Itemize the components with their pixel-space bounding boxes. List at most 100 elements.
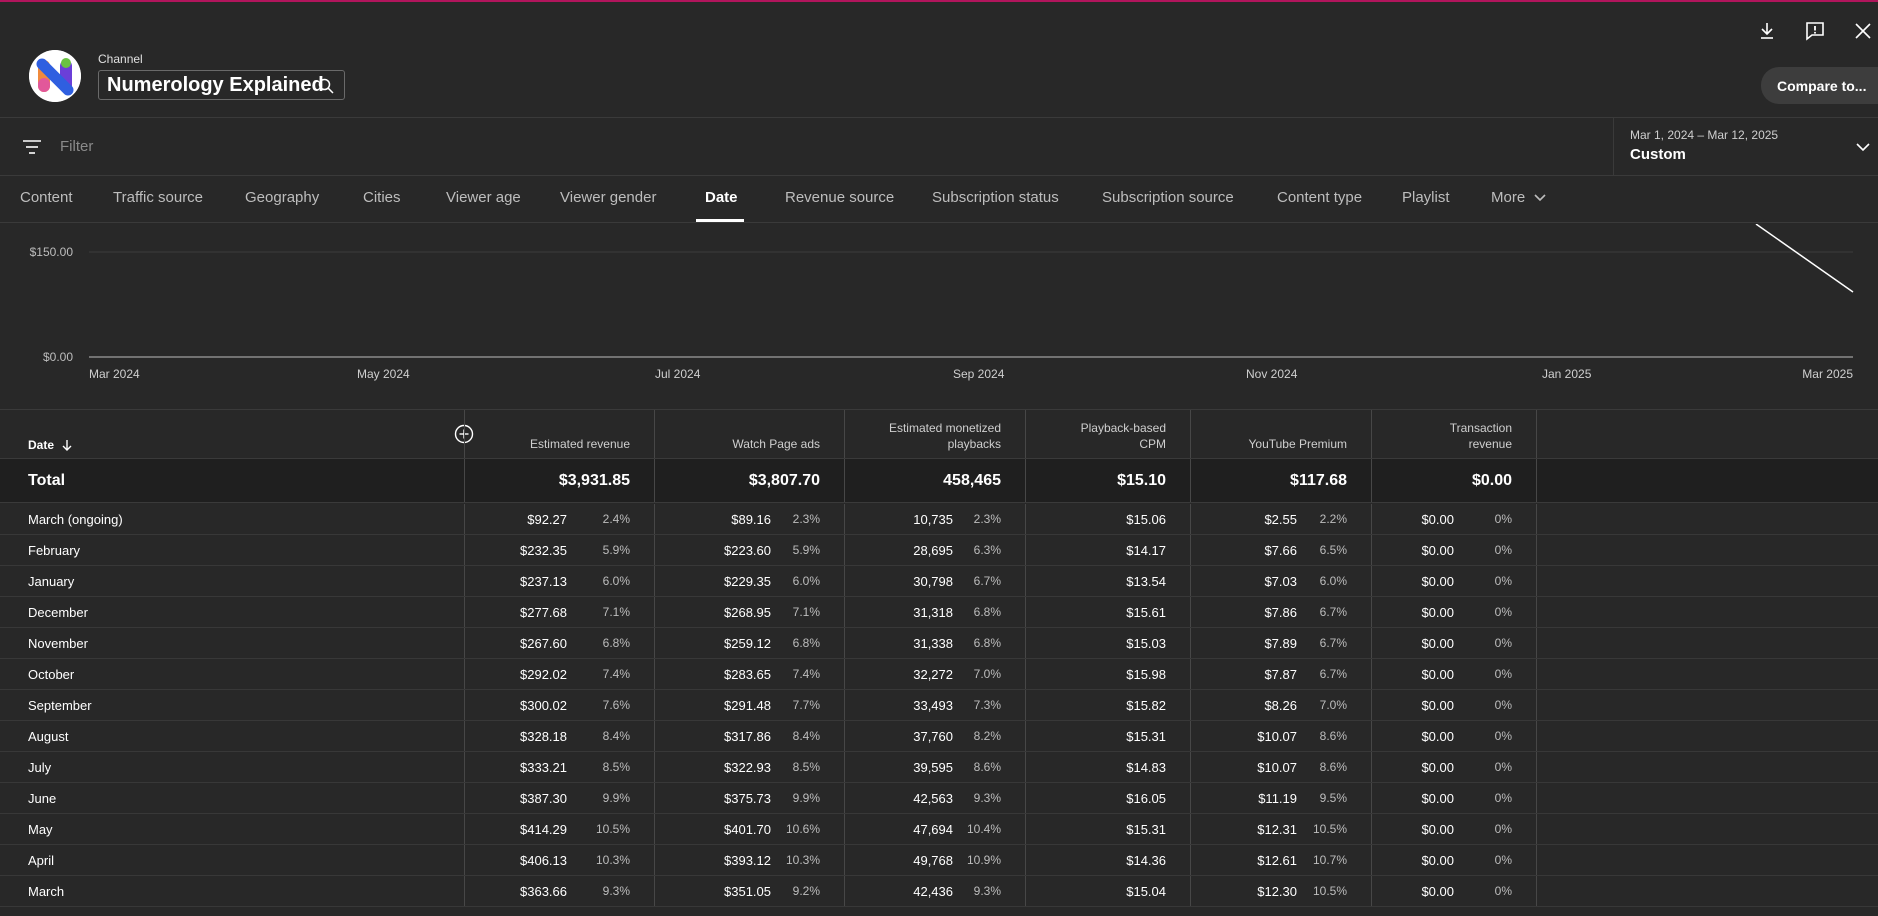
channel-label: Channel	[98, 52, 143, 66]
watch-page-ads-header[interactable]: Watch Page ads	[732, 436, 820, 452]
row-date: March (ongoing)	[28, 512, 123, 527]
column-divider	[464, 721, 465, 751]
row-monetized-playbacks-pct: 6.7%	[973, 574, 1001, 588]
row-cpm: $16.05	[1126, 791, 1166, 806]
row-transaction-revenue: $0.00	[1421, 729, 1454, 744]
tab-more[interactable]: More	[1491, 189, 1547, 206]
row-date: September	[28, 698, 92, 713]
column-divider	[464, 459, 465, 502]
row-transaction-revenue: $0.00	[1421, 543, 1454, 558]
column-divider	[654, 752, 655, 782]
tab-content[interactable]: Content	[20, 189, 73, 206]
row-transaction-revenue: $0.00	[1421, 698, 1454, 713]
column-divider	[1536, 721, 1537, 751]
row-transaction-revenue: $0.00	[1421, 884, 1454, 899]
tab-traffic-source[interactable]: Traffic source	[113, 189, 203, 206]
feedback-icon[interactable]	[1804, 20, 1826, 42]
row-monetized-playbacks-pct: 7.0%	[973, 667, 1001, 681]
total-watch-page-ads: $3,807.70	[748, 472, 820, 489]
channel-avatar[interactable]	[29, 50, 81, 102]
search-icon[interactable]	[317, 77, 335, 95]
tab-viewer-gender[interactable]: Viewer gender	[560, 189, 656, 206]
transaction-revenue-header[interactable]: Transaction revenue	[1450, 420, 1512, 452]
column-divider	[1025, 597, 1026, 627]
table-row[interactable]: January $237.13 6.0% $229.35 6.0% 30,798 6.7% $…	[0, 566, 1878, 597]
channel-selector[interactable]: Numerology Explained	[98, 70, 345, 100]
row-transaction-revenue-pct: 0%	[1494, 636, 1512, 650]
download-icon[interactable]	[1756, 20, 1778, 42]
monetized-playbacks-header[interactable]: Estimated monetized playbacks	[889, 420, 1001, 452]
cpm-header[interactable]: Playback-based CPM	[1081, 420, 1166, 452]
chevron-down-icon	[1534, 194, 1546, 202]
table-row[interactable]: March $363.66 9.3% $351.05 9.2% 42,436 9.3% $15…	[0, 876, 1878, 907]
column-divider	[1371, 459, 1372, 502]
row-watch-page-ads: $401.70	[724, 822, 771, 837]
arrow-down-icon	[62, 440, 72, 451]
filter-input[interactable]: Filter	[60, 138, 93, 155]
row-transaction-revenue: $0.00	[1421, 605, 1454, 620]
row-cpm: $15.82	[1126, 698, 1166, 713]
row-watch-page-ads-pct: 6.0%	[792, 574, 820, 588]
row-date: January	[28, 574, 75, 589]
date-range-dates: Mar 1, 2024 – Mar 12, 2025	[1630, 128, 1779, 142]
tab-subscription-source[interactable]: Subscription source	[1102, 189, 1234, 206]
table-row[interactable]: October $292.02 7.4% $283.65 7.4% 32,272 7.0% $…	[0, 659, 1878, 690]
total-cpm: $15.10	[1117, 472, 1166, 489]
column-divider	[844, 628, 845, 658]
filter-icon[interactable]	[21, 138, 43, 156]
row-watch-page-ads-pct: 10.6%	[785, 822, 820, 836]
row-monetized-playbacks: 42,436	[913, 884, 953, 899]
table-row[interactable]: March (ongoing) $92.27 2.4% $89.16 2.3% 10,73…	[0, 504, 1878, 535]
table-row[interactable]: December $277.68 7.1% $268.95 7.1% 31,318 6.8%…	[0, 597, 1878, 628]
row-watch-page-ads: $89.16	[731, 512, 771, 527]
youtube-premium-header[interactable]: YouTube Premium	[1249, 436, 1348, 452]
date-column-header[interactable]: Date	[28, 438, 74, 452]
row-estimated-revenue: $414.29	[520, 822, 567, 837]
row-estimated-revenue-pct: 6.8%	[602, 636, 630, 650]
column-divider	[844, 535, 845, 565]
estimated-revenue-header[interactable]: Estimated revenue	[530, 436, 630, 452]
row-youtube-premium-pct: 6.5%	[1319, 543, 1347, 557]
tab-geography[interactable]: Geography	[245, 189, 319, 206]
close-icon[interactable]	[1852, 20, 1874, 42]
tab-subscription-status[interactable]: Subscription status	[932, 189, 1059, 206]
tab-revenue-source[interactable]: Revenue source	[785, 189, 894, 206]
table-row[interactable]: July $333.21 8.5% $322.93 8.5% 39,595 8.6% $14.…	[0, 752, 1878, 783]
row-transaction-revenue-pct: 0%	[1494, 543, 1512, 557]
row-watch-page-ads-pct: 2.3%	[792, 512, 820, 526]
date-range-picker[interactable]: Mar 1, 2024 – Mar 12, 2025 Custom	[1613, 118, 1878, 176]
column-divider	[654, 459, 655, 502]
table-row[interactable]: August $328.18 8.4% $317.86 8.4% 37,760 8.2% $1…	[0, 721, 1878, 752]
column-divider	[1536, 628, 1537, 658]
compare-button[interactable]: Compare to...	[1761, 67, 1878, 104]
table-row[interactable]: September $300.02 7.6% $291.48 7.7% 33,493 7.3…	[0, 690, 1878, 721]
row-cpm: $15.03	[1126, 636, 1166, 651]
table-row[interactable]: February $232.35 5.9% $223.60 5.9% 28,695 6.3%…	[0, 535, 1878, 566]
table-row[interactable]: November $267.60 6.8% $259.12 6.8% 31,338 6.8%…	[0, 628, 1878, 659]
column-divider	[464, 504, 465, 534]
tab-playlist[interactable]: Playlist	[1402, 189, 1450, 206]
row-estimated-revenue-pct: 7.1%	[602, 605, 630, 619]
row-cpm: $13.54	[1126, 574, 1166, 589]
column-divider	[1536, 459, 1537, 502]
row-cpm: $14.17	[1126, 543, 1166, 558]
tab-content-type[interactable]: Content type	[1277, 189, 1362, 206]
row-youtube-premium: $7.89	[1264, 636, 1297, 651]
column-divider	[1371, 752, 1372, 782]
table-row[interactable]: June $387.30 9.9% $375.73 9.9% 42,563 9.3% $16.…	[0, 783, 1878, 814]
column-divider	[1371, 628, 1372, 658]
table-row[interactable]: May $414.29 10.5% $401.70 10.6% 47,694 10.4% $1…	[0, 814, 1878, 845]
column-divider	[464, 752, 465, 782]
column-divider	[464, 783, 465, 813]
table-row[interactable]: April $406.13 10.3% $393.12 10.3% 49,768 10.9%…	[0, 845, 1878, 876]
column-divider	[1190, 628, 1191, 658]
tab-cities[interactable]: Cities	[363, 189, 401, 206]
column-divider	[1025, 659, 1026, 689]
row-transaction-revenue-pct: 0%	[1494, 791, 1512, 805]
tab-date[interactable]: Date	[705, 189, 738, 206]
column-divider	[464, 566, 465, 596]
row-cpm: $15.04	[1126, 884, 1166, 899]
tab-viewer-age[interactable]: Viewer age	[446, 189, 521, 206]
chevron-down-icon[interactable]	[1854, 138, 1872, 156]
total-transaction-revenue: $0.00	[1471, 472, 1512, 489]
